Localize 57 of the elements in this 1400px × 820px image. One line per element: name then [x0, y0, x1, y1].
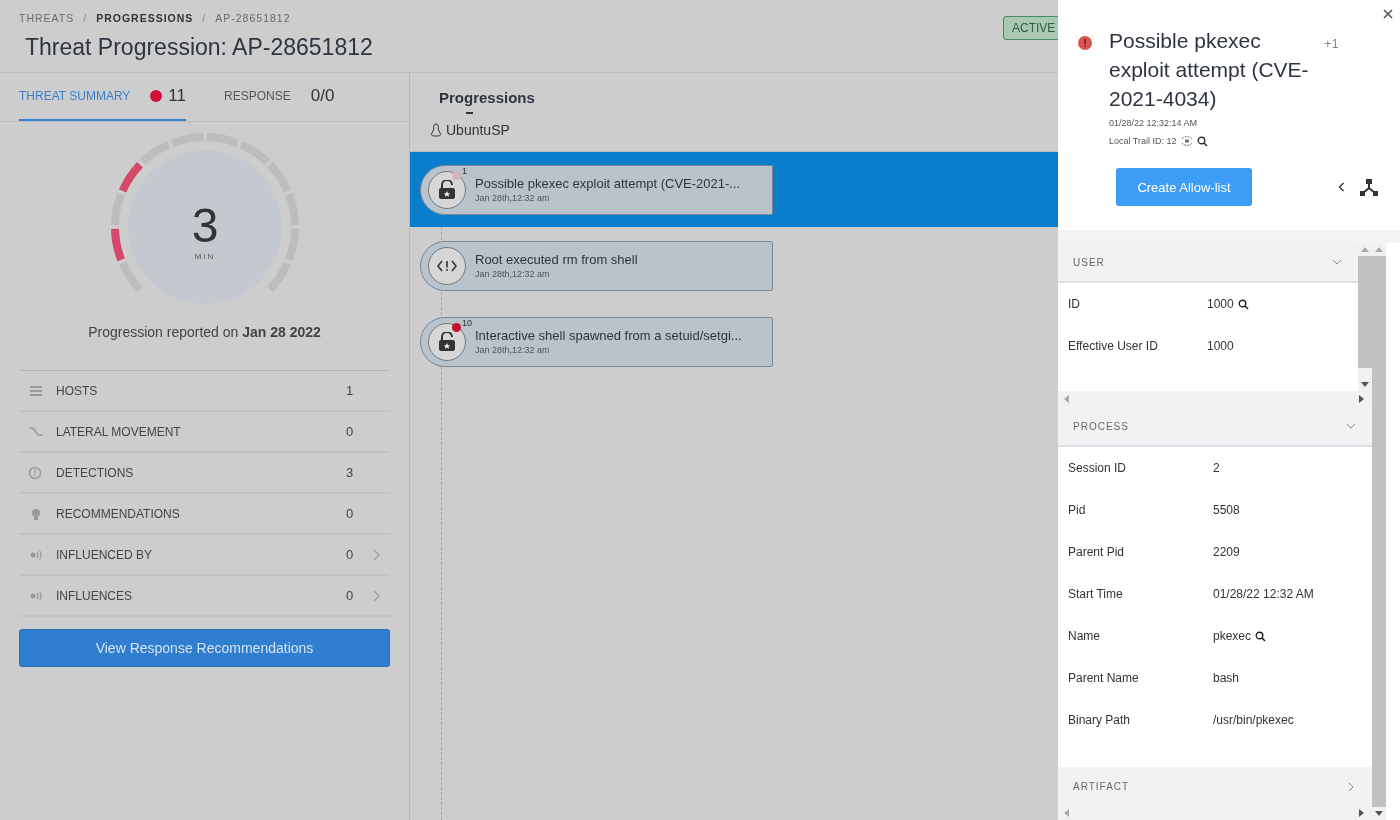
trail-id: Local Trail ID: 12: [1109, 136, 1177, 146]
field-label: Parent Pid: [1068, 545, 1126, 559]
detection-title: Possible pkexec exploit attempt (CVE-2021-4034): [1109, 28, 1309, 112]
stat-value: 0: [346, 588, 355, 603]
field-value: 5508: [1213, 503, 1240, 517]
breadcrumb-separator: /: [202, 12, 207, 24]
gauge-unit: MIN: [194, 252, 216, 261]
tab-count: 0/0: [310, 86, 335, 106]
detection-time: Jan 28th,12:32 am: [475, 345, 551, 355]
field-label: Binary Path: [1068, 713, 1132, 727]
detection-title: Possible pkexec exploit attempt (CVE-2021-...: [475, 176, 741, 191]
detection-count: 10: [462, 317, 472, 328]
extra-count: +1: [1324, 36, 1339, 53]
field-label: ID: [1068, 297, 1081, 311]
section-title: ARTIFACT: [1073, 781, 1130, 792]
field-label: Parent Name: [1068, 671, 1140, 685]
field-value: 01/28/22 12:32 AM: [1213, 587, 1314, 601]
stat-label: HOSTS: [56, 383, 99, 398]
field-value: 1000: [1207, 339, 1234, 353]
stat-label: DETECTIONS: [56, 465, 135, 480]
breadcrumb-separator: /: [83, 12, 88, 24]
field-value: 1000: [1207, 297, 1234, 311]
section-title: Progressions: [439, 89, 535, 106]
stat-value: 0: [346, 506, 355, 521]
stat-label: RECOMMENDATIONS: [56, 506, 181, 521]
field-label: Effective User ID: [1068, 339, 1159, 353]
tab-label: RESPONSE: [224, 89, 291, 103]
page-title: Threat Progression: AP-28651812: [25, 34, 373, 61]
stat-label: LATERAL MOVEMENT: [56, 424, 182, 439]
field-value: bash: [1213, 671, 1240, 685]
field-value: pkexec: [1213, 629, 1252, 643]
detection-time: Jan 28th,12:32 am: [475, 269, 551, 279]
host-name: UbuntuSP: [446, 122, 510, 138]
section-title: PROCESS: [1073, 420, 1129, 432]
stat-value: 1: [346, 383, 355, 398]
field-value: /usr/bin/pkexec: [1213, 713, 1294, 727]
detection-count: 1: [462, 165, 467, 176]
stat-value: 0: [346, 424, 355, 439]
stat-label: INFLUENCES: [56, 588, 133, 603]
gauge-value: 3: [191, 202, 219, 250]
detection-title: Interactive shell spawned from a setuid/setgi...: [475, 328, 742, 343]
stat-label: INFLUENCED BY: [56, 547, 154, 562]
field-label: Pid: [1068, 503, 1087, 517]
section-title: USER: [1073, 256, 1105, 268]
field-value: 2: [1213, 461, 1220, 475]
tab-count: 11: [168, 86, 186, 106]
timestamp: 01/28/22 12:32:14 AM: [1109, 118, 1199, 128]
stat-value: 0: [346, 547, 355, 562]
detection-title: Root executed rm from shell: [475, 252, 638, 267]
tab-label: THREAT SUMMARY: [19, 89, 131, 103]
field-value: 2209: [1213, 545, 1240, 559]
field-label: Start Time: [1068, 587, 1124, 601]
detection-time: Jan 28th,12:32 am: [475, 193, 551, 203]
stat-value: 3: [346, 465, 355, 480]
field-label: Name: [1068, 629, 1101, 643]
reported-date-text: Progression reported on Jan 28 2022: [87, 324, 322, 340]
field-label: Session ID: [1068, 461, 1128, 475]
